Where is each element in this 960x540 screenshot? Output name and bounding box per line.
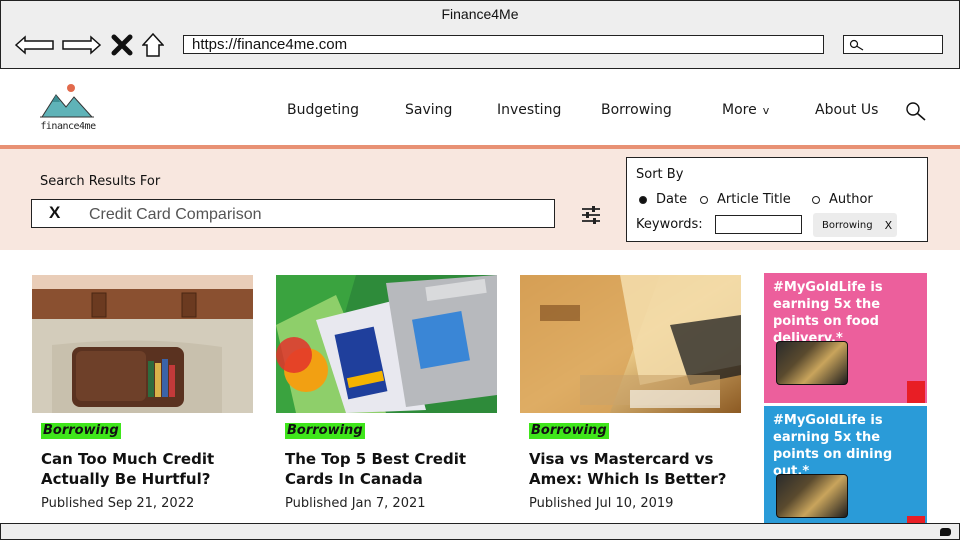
gold-card-image [776,474,848,518]
filter-sliders-icon[interactable] [580,205,602,225]
keywords-input[interactable] [715,215,802,234]
sort-option-article-title[interactable]: Article Title [700,192,791,207]
bank-logo-icon [907,381,925,403]
url-bar[interactable]: https://finance4me.com [183,35,824,54]
radio-selected-icon [639,195,647,204]
search-results-label: Search Results For [40,174,161,189]
sort-option-date[interactable]: Date [639,192,687,207]
search-icon[interactable] [905,101,927,123]
wallet-in-pocket-photo[interactable] [32,275,253,413]
close-icon[interactable] [110,33,134,57]
search-input[interactable]: X Credit Card Comparison [31,199,555,228]
chevron-down-icon: v [762,104,770,117]
sort-panel: Sort By Date Article Title Author Keywor… [626,157,928,242]
sort-by-title: Sort By [636,167,684,182]
article-card[interactable]: Borrowing The Top 5 Best Credit Cards In… [276,275,497,511]
browser-chrome: Finance4Me https://finance4me.com [0,0,960,69]
nav-budgeting[interactable]: Budgeting [287,102,359,118]
search-results-band: Search Results For X Credit Card Compari… [0,149,960,250]
radio-empty-icon [700,195,708,204]
radio-empty-icon [812,195,820,204]
article-title[interactable]: Can Too Much Credit Actually Be Hurtful? [41,449,251,489]
sort-option-label: Date [656,192,688,207]
browser-search-input[interactable] [843,35,943,54]
category-tag[interactable]: Borrowing [41,423,121,439]
keyword-chip-label: Borrowing [822,219,873,231]
sort-option-author[interactable]: Author [812,192,873,207]
publish-date: Published Jan 7, 2021 [285,496,426,511]
publish-date: Published Sep 21, 2022 [41,496,195,511]
credit-cards-photo[interactable] [276,275,497,413]
article-title[interactable]: The Top 5 Best Credit Cards In Canada [285,449,495,489]
nav-borrowing[interactable]: Borrowing [601,102,672,118]
article-card[interactable]: Borrowing Can Too Much Credit Actually B… [32,275,253,511]
gold-card-image [776,341,848,385]
nav-saving[interactable]: Saving [405,102,452,118]
remove-keyword-button[interactable]: X [885,219,893,232]
forward-arrow-icon[interactable] [61,33,101,57]
ad-banner[interactable]: #MyGoldLife is earning 5x the points on … [764,406,927,524]
category-tag[interactable]: Borrowing [285,423,365,439]
clear-search-button[interactable]: X [49,203,60,223]
gold-visa-card-photo[interactable] [520,275,741,413]
publish-date: Published Jul 10, 2019 [529,496,674,511]
window-title: Finance4Me [441,6,519,22]
ad-banner[interactable]: #MyGoldLife is earning 5x the points on … [764,273,927,403]
sort-option-label: Article Title [717,192,791,207]
keyword-chip[interactable]: Borrowing X [813,213,897,237]
logo-text: finance4me [40,121,96,132]
nav-about-us[interactable]: About Us [815,102,878,118]
site-header: finance4me Budgeting Saving Investing Bo… [0,69,960,145]
article-card[interactable]: Borrowing Visa vs Mastercard vs Amex: Wh… [520,275,741,511]
nav-more[interactable]: More v [722,102,769,118]
sort-option-label: Author [829,192,873,207]
back-arrow-icon[interactable] [15,33,55,57]
chat-bubble-icon[interactable] [940,528,951,536]
browser-status-bar [0,523,960,540]
nav-investing[interactable]: Investing [497,102,561,118]
main-nav: Budgeting Saving Investing Borrowing Mor… [0,102,960,122]
home-icon[interactable] [141,33,165,57]
category-tag[interactable]: Borrowing [529,423,609,439]
ad-text: #MyGoldLife is earning 5x the points on … [773,280,883,346]
search-icon [849,39,864,51]
ad-text: #MyGoldLife is earning 5x the points on … [773,413,893,479]
search-query-text: Credit Card Comparison [89,206,262,223]
article-title[interactable]: Visa vs Mastercard vs Amex: Which Is Bet… [529,449,739,489]
nav-more-label: More [722,102,757,118]
keywords-label: Keywords: [636,217,703,232]
